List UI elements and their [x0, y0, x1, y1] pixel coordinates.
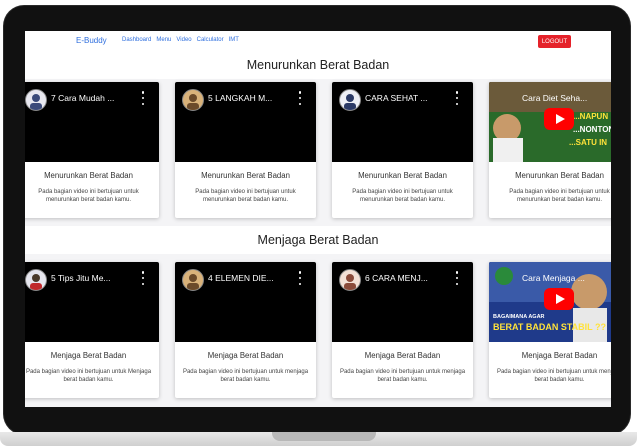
video-card: Cara Diet Seha... ...NAPUN ...NONTON ...…	[489, 82, 611, 218]
section-title: Menjaga Berat Badan	[257, 233, 379, 247]
thumbnail-text: ...SATU IN	[569, 138, 608, 147]
thumbnail-text: BAGAIMANA AGAR	[493, 314, 545, 320]
person-icon	[30, 94, 42, 110]
card-title: Menurunkan Berat Badan	[358, 171, 447, 180]
card-title: Menjaga Berat Badan	[207, 351, 284, 360]
video-player[interactable]: CARA SEHAT ...	[332, 82, 473, 162]
more-options-icon[interactable]	[298, 271, 302, 285]
card-description: Pada bagian video ini bertujuan untuk Me…	[25, 369, 152, 384]
person-icon	[187, 274, 199, 290]
video-player[interactable]: 5 LANGKAH M...	[175, 82, 316, 162]
video-title[interactable]: CARA SEHAT ...	[365, 93, 453, 103]
person-icon	[187, 94, 199, 110]
device-notch	[272, 432, 376, 441]
video-title[interactable]: Cara Menjaga ...	[522, 273, 610, 283]
card-title: Menurunkan Berat Badan	[515, 171, 604, 180]
card-title: Menjaga Berat Badan	[521, 351, 598, 360]
app-screen: E-Buddy Dashboard Menu Video Calculator …	[25, 31, 611, 407]
thumbnail-text: ...NONTON	[573, 125, 611, 134]
person-icon	[30, 274, 42, 290]
channel-avatar[interactable]	[182, 89, 204, 111]
channel-avatar[interactable]	[182, 269, 204, 291]
nav-link-imt[interactable]: IMT	[229, 37, 239, 43]
video-player[interactable]: 6 CARA MENJ...	[332, 262, 473, 342]
video-card: CARA SEHAT ... Menurunkan Berat Badan Pa…	[332, 82, 473, 218]
video-title[interactable]: 7 Cara Mudah ...	[51, 93, 139, 103]
video-player[interactable]: 4 ELEMEN DIE...	[175, 262, 316, 342]
nav-link-calculator[interactable]: Calculator	[197, 37, 224, 43]
card-title: Menurunkan Berat Badan	[201, 171, 290, 180]
channel-avatar[interactable]	[339, 89, 361, 111]
video-card: 5 Tips Jitu Me... Menjaga Berat Badan Pa…	[25, 262, 159, 398]
video-card: 7 Cara Mudah ... Menurunkan Berat Badan …	[25, 82, 159, 218]
card-description: Pada bagian video ini bertujuan untuk me…	[339, 369, 466, 384]
channel-avatar[interactable]	[339, 269, 361, 291]
more-options-icon[interactable]	[455, 91, 459, 105]
card-description: Pada bagian video ini bertujuan untuk me…	[496, 369, 611, 384]
person-icon	[344, 94, 356, 110]
card-description: Pada bagian video ini bertujuan untuk me…	[352, 189, 453, 204]
play-icon[interactable]	[544, 288, 574, 310]
video-title[interactable]: 5 LANGKAH M...	[208, 93, 296, 103]
more-options-icon[interactable]	[455, 271, 459, 285]
nav-link-video[interactable]: Video	[176, 37, 191, 43]
card-description: Pada bagian video ini bertujuan untuk me…	[182, 369, 309, 384]
video-card: 4 ELEMEN DIE... Menjaga Berat Badan Pada…	[175, 262, 316, 398]
navbar: E-Buddy Dashboard Menu Video Calculator …	[25, 31, 611, 53]
nav-links: Dashboard Menu Video Calculator IMT	[122, 37, 239, 43]
person-icon	[344, 274, 356, 290]
nav-link-menu[interactable]: Menu	[156, 37, 171, 43]
video-title[interactable]: Cara Diet Seha...	[522, 93, 610, 103]
card-title: Menurunkan Berat Badan	[44, 171, 133, 180]
card-description: Pada bagian video ini bertujuan untuk me…	[195, 189, 296, 204]
card-title: Menjaga Berat Badan	[50, 351, 127, 360]
card-description: Pada bagian video ini bertujuan untuk me…	[38, 189, 139, 204]
card-row: 5 Tips Jitu Me... Menjaga Berat Badan Pa…	[25, 262, 611, 407]
video-card: 5 LANGKAH M... Menurunkan Berat Badan Pa…	[175, 82, 316, 218]
logout-button[interactable]: LOGOUT	[538, 35, 571, 48]
card-title: Menjaga Berat Badan	[364, 351, 441, 360]
video-title[interactable]: 6 CARA MENJ...	[365, 273, 453, 283]
video-player[interactable]: Cara Diet Seha... ...NAPUN ...NONTON ...…	[489, 82, 611, 162]
video-player[interactable]: 7 Cara Mudah ...	[25, 82, 159, 162]
video-player[interactable]: Cara Menjaga ... BAGAIMANA AGAR BERAT BA…	[489, 262, 611, 342]
more-options-icon[interactable]	[298, 91, 302, 105]
section-title: Menurunkan Berat Badan	[246, 58, 390, 72]
card-row: 7 Cara Mudah ... Menurunkan Berat Badan …	[25, 82, 611, 247]
card-description: Pada bagian video ini bertujuan untuk me…	[509, 189, 610, 204]
brand-link[interactable]: E-Buddy	[76, 36, 107, 45]
video-title[interactable]: 5 Tips Jitu Me...	[51, 273, 139, 283]
more-options-icon[interactable]	[141, 91, 145, 105]
video-card: Cara Menjaga ... BAGAIMANA AGAR BERAT BA…	[489, 262, 611, 398]
nav-link-dashboard[interactable]: Dashboard	[122, 37, 151, 43]
video-player[interactable]: 5 Tips Jitu Me...	[25, 262, 159, 342]
video-title[interactable]: 4 ELEMEN DIE...	[208, 273, 296, 283]
play-icon[interactable]	[544, 108, 574, 130]
channel-avatar[interactable]	[25, 269, 47, 291]
channel-avatar[interactable]	[25, 89, 47, 111]
thumbnail-text: ...NAPUN	[573, 112, 609, 121]
more-options-icon[interactable]	[141, 271, 145, 285]
thumbnail-text: BERAT BADAN STABIL ??	[493, 322, 606, 332]
video-card: 6 CARA MENJ... Menjaga Berat Badan Pada …	[332, 262, 473, 398]
